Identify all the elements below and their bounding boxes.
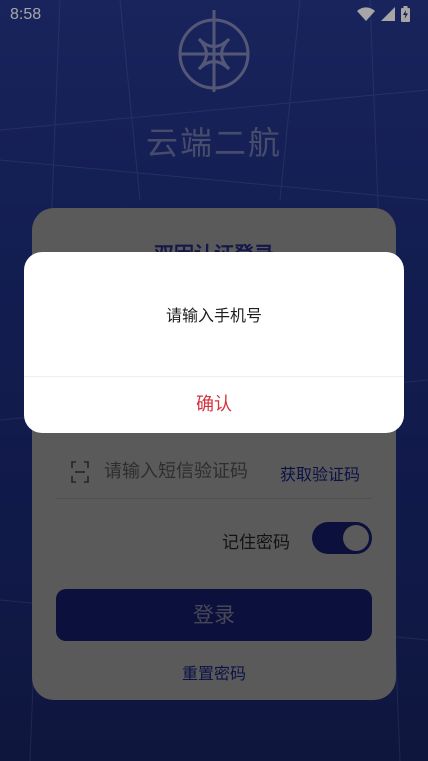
dialog-confirm-button[interactable]: 确认 — [24, 377, 404, 433]
alert-dialog: 请输入手机号 确认 — [24, 252, 404, 433]
dialog-message: 请输入手机号 — [165, 306, 262, 325]
